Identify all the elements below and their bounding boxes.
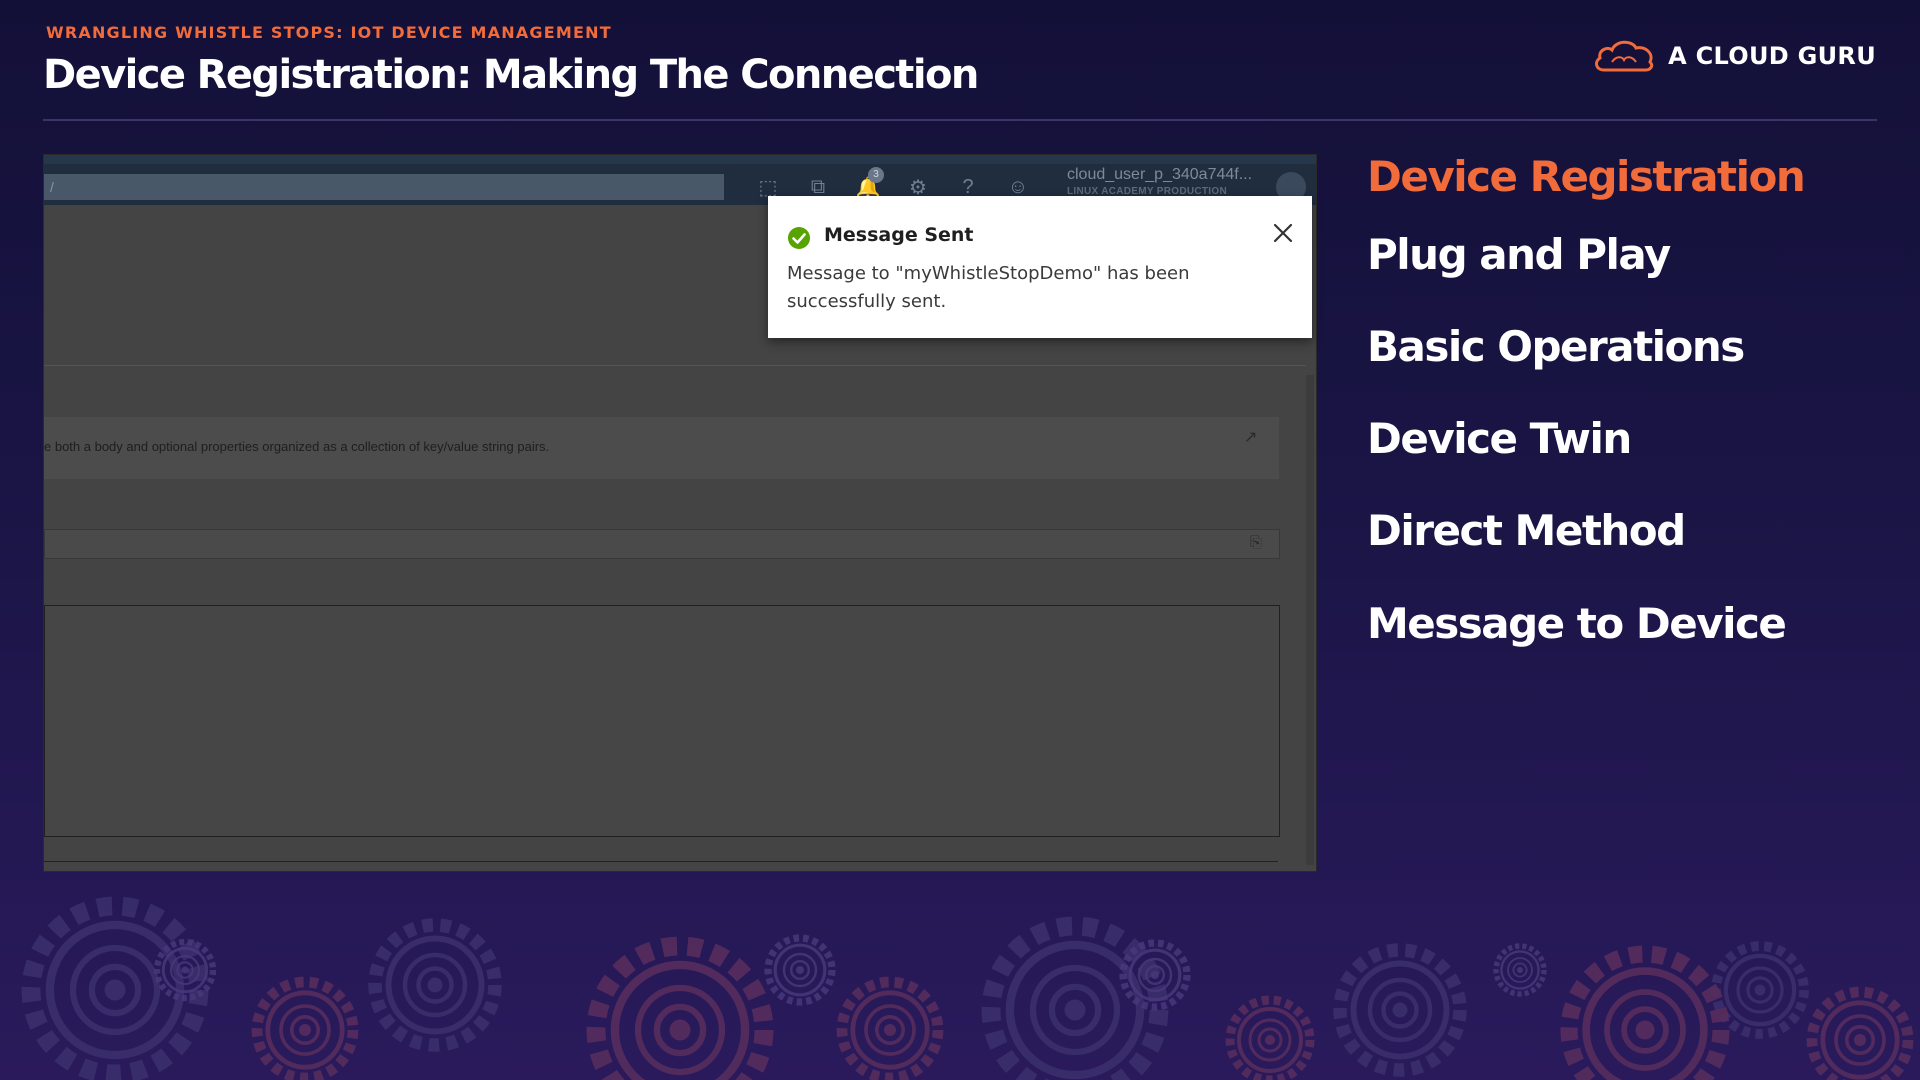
topic-message-to-device: Message to Device — [1367, 599, 1787, 648]
message-body-textarea[interactable] — [44, 605, 1280, 837]
toast-title: Message Sent — [824, 224, 974, 246]
section-divider — [44, 365, 1306, 366]
notification-badge: 3 — [868, 167, 884, 183]
topic-plug-and-play: Plug and Play — [1367, 230, 1671, 279]
page-title: Device Registration: Making The Connecti… — [43, 52, 979, 98]
close-icon[interactable] — [1270, 220, 1296, 246]
brand-logo: A CLOUD GURU — [1592, 36, 1876, 76]
decorative-gears — [0, 870, 1920, 1080]
header-divider — [43, 119, 1877, 121]
brand-name: A CLOUD GURU — [1668, 42, 1876, 70]
toast-message: Message to "myWhistleStopDemo" has been … — [787, 263, 1190, 312]
portal-search-input[interactable]: / — [44, 174, 724, 200]
topic-device-registration: Device Registration — [1367, 152, 1806, 201]
copy-icon[interactable]: ⎘ — [1250, 534, 1262, 551]
external-link-icon[interactable]: ↗ — [1244, 427, 1257, 447]
scrollbar[interactable] — [1306, 375, 1314, 865]
info-text: e both a body and optional properties or… — [44, 439, 550, 454]
cloud-logo-icon — [1595, 40, 1654, 72]
topic-device-twin: Device Twin — [1367, 414, 1632, 463]
course-subtitle: WRANGLING WHISTLE STOPS: IOT DEVICE MANA… — [46, 23, 612, 42]
topic-direct-method: Direct Method — [1367, 506, 1686, 555]
message-field[interactable] — [44, 529, 1280, 559]
topic-basic-operations: Basic Operations — [1367, 322, 1745, 371]
notification-toast: Message Sent Message to "myWhistleStopDe… — [768, 196, 1312, 338]
portal-user-name[interactable]: cloud_user_p_340a744f... — [1067, 166, 1252, 184]
success-check-icon — [788, 227, 810, 249]
bottom-divider — [44, 861, 1278, 862]
